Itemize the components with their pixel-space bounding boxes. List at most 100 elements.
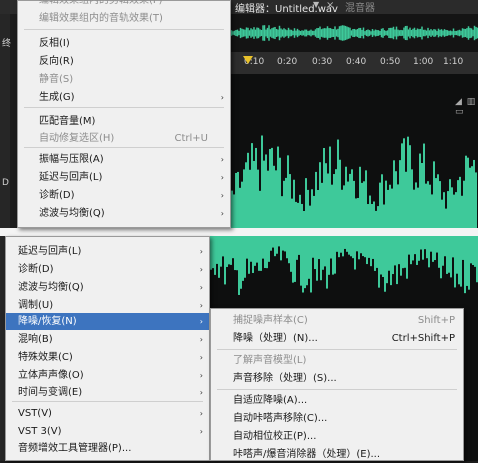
menu-item-label: 捕捉噪声样本(C)	[233, 315, 308, 326]
menu-separator	[24, 29, 224, 30]
menu-item[interactable]: 音频增效工具管理器(P)...	[6, 440, 209, 457]
menu-item-label: 调制(U)	[18, 300, 54, 311]
menu-item[interactable]: 反向(R)	[18, 53, 230, 70]
menu-item-label: 特殊效果(C)	[18, 352, 73, 363]
menu-item-label: 反向(R)	[39, 56, 74, 67]
menu-item[interactable]: VST 3(V) ›	[6, 423, 209, 440]
menu-item[interactable]: 自适应降噪(A)...	[211, 392, 463, 409]
menu-item-label: 声音移除（处理）(S)...	[233, 373, 337, 384]
submenu-arrow-icon: ›	[199, 247, 203, 256]
waveform-display[interactable]	[230, 74, 478, 228]
menu-item-label: 振幅与压限(A)	[39, 154, 104, 165]
menu-item-shortcut: Ctrl+U	[174, 133, 209, 144]
timeline-tick-label: 0:20	[277, 57, 298, 67]
panel-label: D	[2, 178, 9, 188]
submenu-arrow-icon: ›	[199, 317, 203, 326]
menu-item-label: 自动咔嗒声移除(C)...	[233, 413, 328, 424]
menu-item[interactable]: 调制(U) ›	[6, 297, 209, 314]
menu-item[interactable]: 声音移除（处理）(S)...	[211, 370, 463, 387]
menu-item: 静音(S)	[18, 71, 230, 88]
menu-item[interactable]: 降噪（处理）(N)... Ctrl+Shift+P	[211, 330, 463, 347]
menu-item-label: 反相(I)	[39, 38, 70, 49]
menu-item-label: 自动修复选区(H)	[39, 133, 115, 144]
mixer-tab[interactable]: 混音器	[345, 0, 375, 14]
menu-item[interactable]: 生成(G) ›	[18, 89, 230, 106]
submenu-arrow-icon: ›	[199, 335, 203, 344]
menu-item-label: 滤波与均衡(Q)	[18, 282, 84, 293]
menu-item: 了解声音模型(L)	[211, 352, 463, 369]
menu-separator	[12, 401, 203, 402]
submenu-arrow-icon: ›	[220, 209, 224, 218]
menu-item[interactable]: 咔嗒声/爆音消除器（处理）(E)...	[211, 446, 463, 463]
menu-item-label: 时间与变调(E)	[18, 387, 83, 398]
menu-item[interactable]: 立体声声像(O) ›	[6, 367, 209, 384]
submenu-arrow-icon: ›	[199, 371, 203, 380]
menu-item-label: 自动相位校正(P)...	[233, 431, 317, 442]
menu-item[interactable]: 特殊效果(C) ›	[6, 349, 209, 366]
menu-item[interactable]: 匹配音量(M)	[18, 113, 230, 130]
submenu-arrow-icon: ›	[199, 427, 203, 436]
playhead-marker[interactable]	[243, 56, 253, 64]
submenu-arrow-icon: ›	[199, 409, 203, 418]
menu-item[interactable]: 自动咔嗒声移除(C)...	[211, 410, 463, 427]
menu-item[interactable]: 振幅与压限(A) ›	[18, 151, 230, 168]
menu-item-label: 了解声音模型(L)	[233, 355, 307, 366]
menu-item[interactable]: 滤波与均衡(Q) ›	[6, 279, 209, 296]
menu-separator	[217, 389, 457, 390]
menu-item: 自动修复选区(H) Ctrl+U	[18, 130, 230, 147]
editor-tab[interactable]: 编辑器：Untitled.wav	[235, 0, 338, 15]
menu-item-label: 降噪/恢复(N)	[18, 316, 77, 327]
submenu-arrow-icon: ›	[220, 191, 224, 200]
menu-item-shortcut: Shift+P	[417, 315, 455, 326]
submenu-arrow-icon: ›	[199, 265, 203, 274]
submenu-arrow-icon: ›	[199, 283, 203, 292]
menu-separator	[24, 147, 224, 148]
noise-reduction-submenu: 捕捉噪声样本(C) Shift+P 降噪（处理）(N)... Ctrl+Shift+P…	[210, 308, 464, 461]
effects-menu: 延迟与回声(L) › 诊断(D) › 滤波与均衡(Q) › 调制(U) › 降噪/恢复(N) › 混…	[5, 236, 210, 461]
menu-item[interactable]: 时间与变调(E) ›	[6, 384, 209, 401]
menu-item-label: 音频增效工具管理器(P)...	[18, 443, 132, 454]
menu-item[interactable]: 延迟与回声(L) ›	[18, 169, 230, 186]
menu-item-label: 滤波与均衡(Q)	[39, 208, 105, 219]
submenu-arrow-icon: ›	[199, 388, 203, 397]
submenu-arrow-icon: ›	[220, 155, 224, 164]
waveform-overview[interactable]	[230, 14, 478, 52]
menu-item-label: 编辑效果组内的音轨效果(T)	[39, 13, 163, 24]
menu-item-label: 编辑效果组内的剪辑效果(F)	[39, 0, 163, 6]
menu-item[interactable]: 混响(B) ›	[6, 331, 209, 348]
menu-item-label: 降噪（处理）(N)...	[233, 333, 318, 344]
menu-item[interactable]: 滤波与均衡(Q) ›	[18, 205, 230, 222]
menu-item[interactable]: 诊断(D) ›	[6, 261, 209, 278]
menu-item-label: 延迟与回声(L)	[39, 172, 103, 183]
submenu-arrow-icon: ›	[220, 173, 224, 182]
menu-item[interactable]: 自动相位校正(P)...	[211, 428, 463, 445]
menu-item-label: 匹配音量(M)	[39, 116, 96, 127]
tab-menu-icon[interactable]: ▼	[313, 0, 319, 9]
menu-separator	[217, 349, 457, 350]
timeline-tick-label: 0:40	[346, 57, 367, 67]
menu-item[interactable]: VST(V) ›	[6, 405, 209, 422]
menu-item-label: VST(V)	[18, 408, 52, 419]
menu-item: 编辑效果组内的剪辑效果(F)	[18, 0, 230, 9]
menu-item-label: 混响(B)	[18, 334, 53, 345]
timeline-ruler[interactable]: 0:10 0:20 0:30 0:40 0:50 1:00 1:10	[230, 52, 478, 75]
view-controls-icon[interactable]: ◢ ▥ ▭	[455, 97, 478, 117]
timeline-tick-label: 0:30	[312, 57, 333, 67]
menu-item-label: 诊断(D)	[39, 190, 75, 201]
effects-menu-top: 编辑效果组内的剪辑效果(F) 编辑效果组内的音轨效果(T) 反相(I) 反向(R) 静音…	[17, 0, 231, 228]
menu-item-label: 诊断(D)	[18, 264, 54, 275]
submenu-arrow-icon: ›	[199, 353, 203, 362]
menu-item[interactable]: 反相(I)	[18, 35, 230, 52]
menu-item-label: 静音(S)	[39, 74, 74, 85]
close-icon[interactable]: ×	[326, 0, 334, 11]
timeline-tick-label: 1:10	[443, 57, 464, 67]
timeline-tick-label: 0:50	[380, 57, 401, 67]
menu-item[interactable]: 降噪/恢复(N) ›	[6, 313, 209, 330]
panel-label: 终	[2, 39, 12, 49]
menu-item-label: VST 3(V)	[18, 426, 62, 437]
menu-item-label: 自适应降噪(A)...	[233, 395, 308, 406]
menu-item-label: 延迟与回声(L)	[18, 246, 82, 257]
menu-item[interactable]: 延迟与回声(L) ›	[6, 243, 209, 260]
menu-item-label: 生成(G)	[39, 92, 75, 103]
menu-item[interactable]: 诊断(D) ›	[18, 187, 230, 204]
